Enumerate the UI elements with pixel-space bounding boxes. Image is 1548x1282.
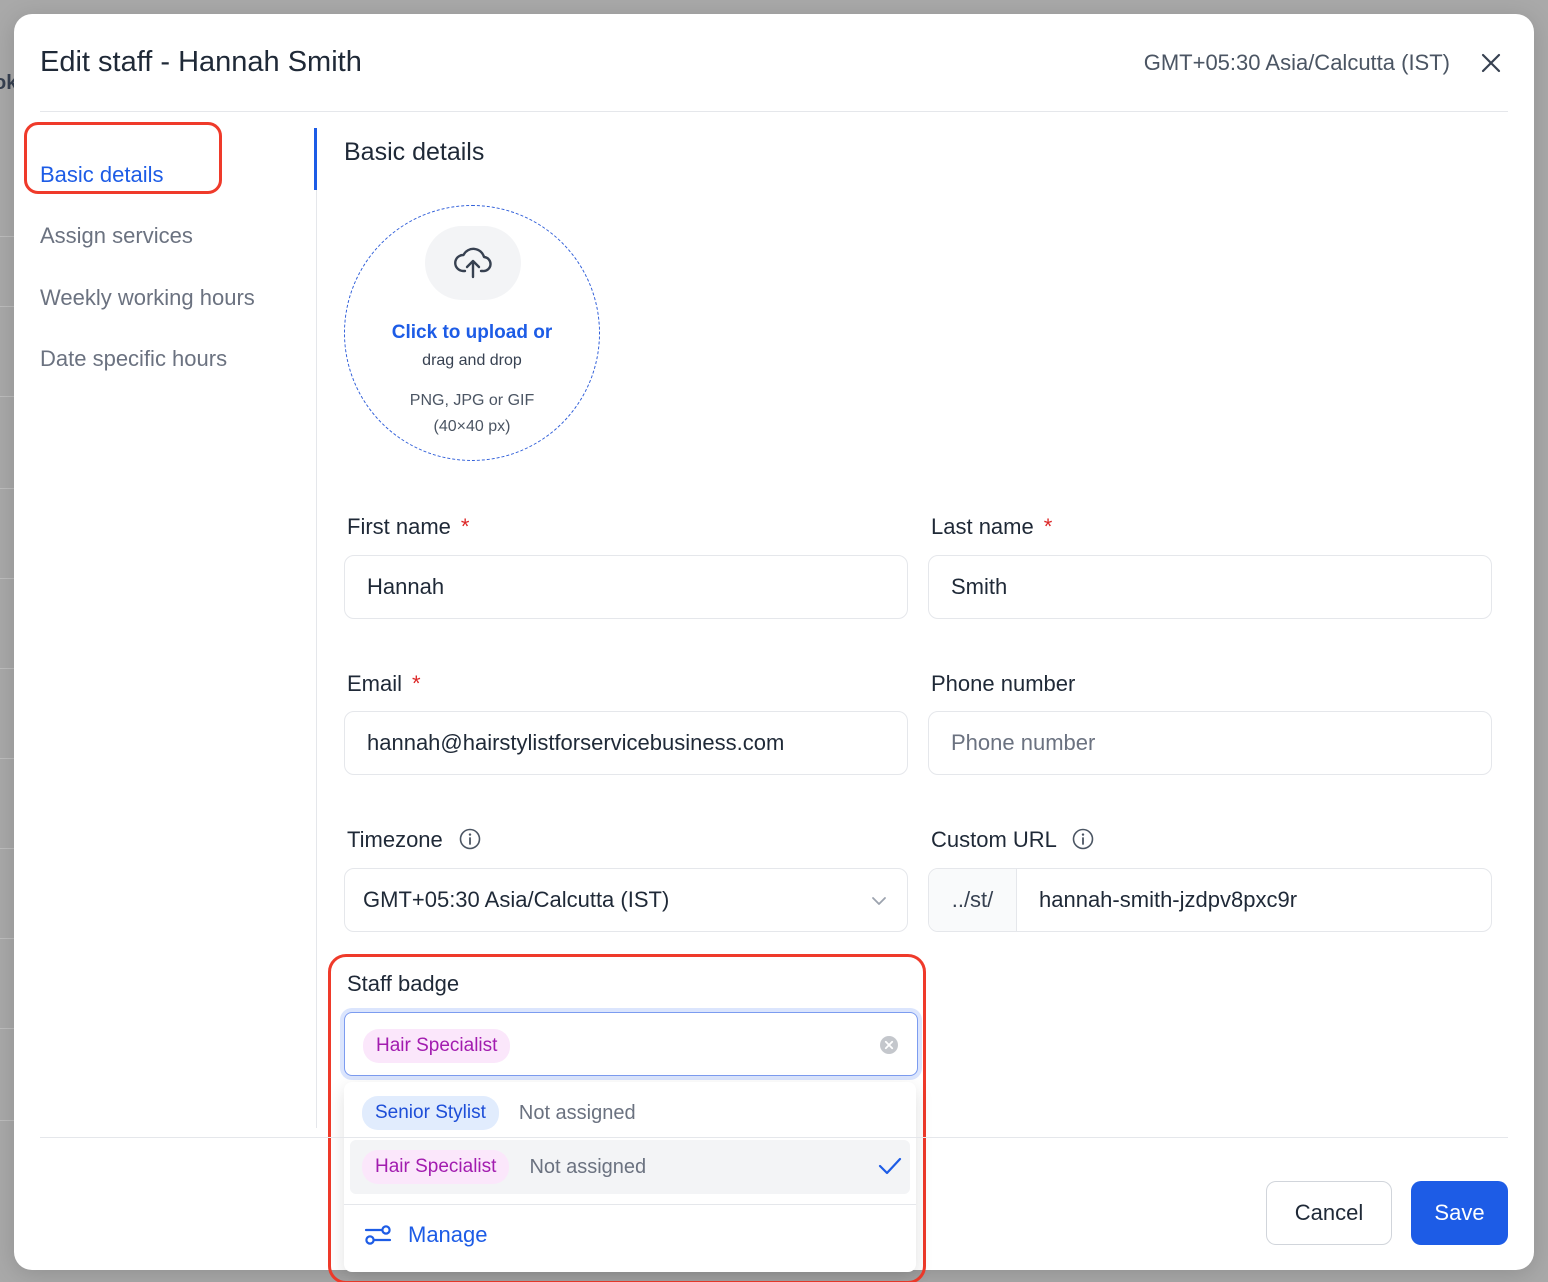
- phone-input[interactable]: Phone number: [928, 711, 1492, 775]
- custom-url-label: Custom URL: [931, 827, 1094, 853]
- staff-badge-label: Staff badge: [347, 971, 460, 996]
- staff-badge-dropdown: Senior Stylist Not assigned Hair Special…: [344, 1082, 916, 1272]
- selected-badge-pill: Hair Specialist: [363, 1029, 511, 1063]
- backdrop-divider: [0, 848, 14, 849]
- close-button[interactable]: [1476, 48, 1506, 78]
- nav-active-indicator: [314, 128, 317, 190]
- backdrop-divider: [0, 1028, 14, 1029]
- sliders-icon: [364, 1225, 392, 1245]
- custom-url-prefix: ../st/: [929, 869, 1017, 931]
- backdrop-divider: [0, 1120, 14, 1121]
- clear-icon[interactable]: [879, 1035, 899, 1055]
- badge-option-status: Not assigned: [518, 1101, 636, 1124]
- section-title: Basic details: [344, 138, 485, 166]
- upload-file-types: PNG, JPG or GIF: [409, 392, 535, 409]
- backdrop-divider: [0, 396, 14, 397]
- cancel-button[interactable]: Cancel: [1266, 1181, 1392, 1245]
- last-name-input[interactable]: Smith: [928, 555, 1492, 619]
- upload-link[interactable]: Click to upload or: [345, 322, 599, 344]
- backdrop-divider: [0, 938, 14, 939]
- manage-label: Manage: [408, 1222, 488, 1247]
- last-name-label: Last name *: [931, 514, 1053, 539]
- nav-divider: [316, 128, 317, 1128]
- backdrop-divider: [0, 306, 14, 307]
- edit-staff-modal: Edit staff - Hannah Smith GMT+05:30 Asia…: [14, 14, 1534, 1282]
- custom-url-input[interactable]: hannah-smith-jzdpv8pxc9r: [1017, 869, 1491, 931]
- dropdown-divider: [344, 1204, 916, 1205]
- custom-url-input-group: ../st/ hannah-smith-jzdpv8pxc9r: [928, 868, 1492, 932]
- chevron-down-icon: [872, 897, 886, 905]
- email-input[interactable]: hannah@hairstylistforservicebusiness.com: [344, 711, 908, 775]
- required-mark: *: [412, 671, 421, 696]
- info-icon[interactable]: [1072, 828, 1094, 850]
- email-label: Email *: [347, 671, 421, 696]
- required-mark: *: [460, 514, 470, 539]
- nav-item-assign-services[interactable]: Assign services: [40, 223, 193, 249]
- footer-divider: [40, 1137, 1508, 1138]
- backdrop-divider: [0, 578, 14, 579]
- modal-title: Edit staff - Hannah Smith: [40, 46, 362, 78]
- backdrop-divider: [0, 668, 14, 669]
- manage-badges-button[interactable]: Manage: [364, 1222, 488, 1248]
- first-name-label: First name *: [347, 514, 470, 539]
- check-icon: [878, 1157, 902, 1175]
- save-button[interactable]: Save: [1411, 1181, 1508, 1245]
- badge-pill: Hair Specialist: [362, 1150, 510, 1184]
- nav-item-date-specific-hours[interactable]: Date specific hours: [40, 346, 227, 372]
- cloud-upload-icon: [454, 247, 492, 279]
- first-name-input[interactable]: Hannah: [344, 555, 908, 619]
- upload-icon-wrap: [425, 226, 521, 300]
- backdrop-divider: [0, 488, 14, 489]
- nav-item-weekly-working-hours[interactable]: Weekly working hours: [40, 285, 255, 311]
- info-icon[interactable]: [459, 828, 481, 850]
- basic-details-panel: Basic details Click to upload or drag an…: [328, 120, 1504, 1282]
- upload-subtext: drag and drop: [422, 352, 522, 369]
- timezone-select-value: GMT+05:30 Asia/Calcutta (IST): [363, 887, 670, 912]
- nav-item-basic-details[interactable]: Basic details: [40, 162, 164, 188]
- backdrop-divider: [0, 758, 14, 759]
- close-icon: [1481, 53, 1501, 73]
- badge-option-hair-specialist[interactable]: Hair Specialist Not assigned: [350, 1140, 910, 1194]
- staff-badge-select[interactable]: Hair Specialist: [344, 1012, 918, 1076]
- timezone-select[interactable]: GMT+05:30 Asia/Calcutta (IST): [344, 868, 908, 932]
- required-mark: *: [1043, 514, 1053, 539]
- side-nav: Basic details Assign services Weekly wor…: [24, 120, 318, 1130]
- modal-header: Edit staff - Hannah Smith GMT+05:30 Asia…: [40, 14, 1508, 112]
- badge-pill: Senior Stylist: [362, 1096, 499, 1130]
- badge-option-senior-stylist[interactable]: Senior Stylist Not assigned: [350, 1086, 910, 1140]
- photo-upload-dropzone[interactable]: Click to upload or drag and drop PNG, JP…: [344, 205, 600, 461]
- backdrop-divider: [0, 236, 14, 237]
- header-timezone: GMT+05:30 Asia/Calcutta (IST): [1143, 50, 1450, 75]
- upload-size-hint: (40×40 px): [433, 418, 511, 435]
- badge-option-status: Not assigned: [529, 1155, 647, 1178]
- timezone-label: Timezone: [347, 827, 481, 853]
- phone-label: Phone number: [931, 671, 1076, 696]
